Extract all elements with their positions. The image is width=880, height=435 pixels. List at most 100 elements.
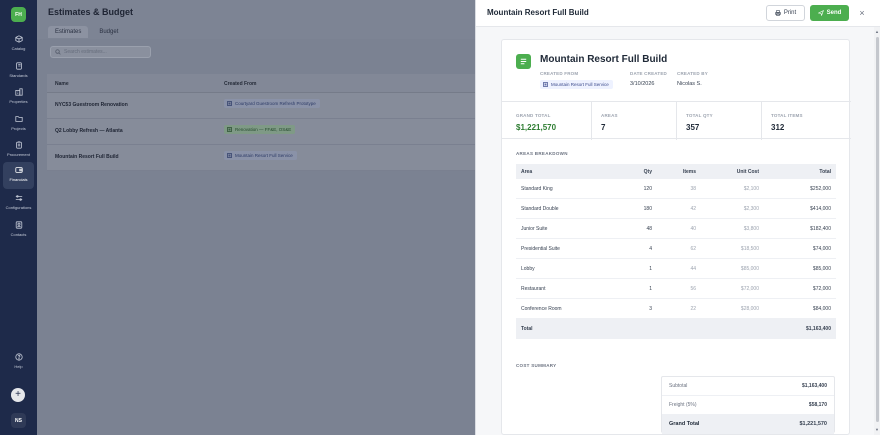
stat-label: GRAND TOTAL	[516, 113, 551, 118]
table-row[interactable]: Mountain Resort Full Build Mountain Reso…	[47, 145, 475, 171]
summary-label: Freight (5%)	[669, 402, 697, 408]
row-name: NYC53 Guestroom Renovation	[55, 102, 128, 108]
send-icon	[817, 10, 824, 16]
nav-standards[interactable]: Standards	[3, 58, 34, 84]
stat-label: TOTAL ITEMS	[771, 113, 803, 118]
chip-label: Mountain Resort Full Service	[551, 82, 609, 87]
nav-label: Properties	[9, 99, 28, 104]
table-row: Junior Suite 48 40 $3,800 $182,400	[516, 219, 836, 239]
stat-value: $1,221,570	[516, 123, 557, 132]
area-items: 42	[690, 205, 696, 212]
created-from-chip[interactable]: Mountain Resort Full Service	[224, 151, 297, 160]
area-total: $72,000	[812, 285, 831, 292]
nav-label: Financials	[9, 177, 28, 182]
scroll-up-icon[interactable]: ▲	[875, 29, 879, 34]
scrollbar[interactable]: ▲ ▼	[874, 27, 880, 435]
area-qty: 3	[649, 305, 652, 312]
freight-row: Freight (5%) $58,170	[662, 396, 834, 415]
nav-projects[interactable]: Projects	[3, 111, 34, 137]
table-row: Standard King 120 38 $2,100 $252,000	[516, 179, 836, 199]
folder-icon	[14, 116, 23, 122]
search-icon	[55, 49, 61, 55]
created-from-chip[interactable]: Courtyard Guestroom Refresh Prototype	[224, 99, 320, 108]
search-placeholder: Search estimates...	[64, 49, 107, 55]
area-qty: 180	[643, 205, 652, 212]
table-row[interactable]: NYC53 Guestroom Renovation Courtyard Gue…	[47, 93, 475, 119]
area-qty: 48	[646, 225, 652, 232]
sidebar: FH Catalog Standards Properties Projects…	[0, 0, 37, 435]
area-qty: 120	[643, 185, 652, 192]
nav-help[interactable]: Help	[3, 353, 34, 375]
scroll-down-icon[interactable]: ▼	[875, 427, 879, 432]
table-row: Standard Double 180 42 $2,300 $414,000	[516, 199, 836, 219]
area-name: Standard King	[521, 185, 553, 192]
area-items: 40	[690, 225, 696, 232]
date-created-value: 3/10/2026	[630, 81, 655, 87]
stat-grand-total: GRAND TOTAL $1,221,570	[516, 102, 591, 140]
column-header-total: Total	[819, 168, 831, 175]
page-content: Search estimates... Name Created From NY…	[37, 39, 475, 435]
stat-total-items: TOTAL ITEMS 312	[761, 102, 837, 140]
area-unit-cost: $18,500	[740, 245, 759, 252]
table-row: Presidential Suite 4 62 $18,500 $74,000	[516, 239, 836, 259]
page-title: Estimates & Budget	[48, 7, 134, 17]
area-qty: 1	[649, 285, 652, 292]
table-row: Restaurant 1 56 $72,000 $72,000	[516, 279, 836, 299]
tab-estimates[interactable]: Estimates	[48, 26, 89, 38]
area-items: 62	[690, 245, 696, 252]
row-name: Q2 Lobby Refresh — Atlanta	[55, 128, 123, 134]
nav-configurations[interactable]: Configurations	[3, 190, 34, 216]
cost-summary: Subtotal $1,163,400 Freight (5%) $58,170…	[661, 376, 835, 434]
area-unit-cost: $85,000	[740, 265, 759, 272]
created-from-chip[interactable]: Renovation — FF&E, OS&E	[224, 125, 296, 134]
column-header-name[interactable]: Name	[55, 81, 69, 87]
nav-catalog[interactable]: Catalog	[3, 31, 34, 57]
area-items: 22	[690, 305, 696, 312]
stat-label: TOTAL QTY	[686, 113, 713, 118]
stat-value: 312	[771, 123, 785, 132]
summary-value: $58,170	[808, 402, 827, 408]
nav-financials[interactable]: Financials	[3, 162, 34, 189]
area-items: 56	[690, 285, 696, 292]
areas-table-header: Area Qty Items Unit Cost Total	[516, 164, 836, 179]
nav-properties[interactable]: Properties	[3, 84, 34, 110]
print-label: Print	[783, 10, 797, 16]
scrollbar-thumb[interactable]	[876, 37, 879, 422]
app-logo[interactable]: FH	[11, 7, 26, 22]
search-input[interactable]: Search estimates...	[50, 46, 151, 58]
summary-value: $1,221,570	[799, 421, 827, 427]
column-header-created-from[interactable]: Created From	[224, 81, 257, 87]
close-icon[interactable]: ×	[856, 7, 868, 19]
area-name: Lobby	[521, 265, 535, 272]
stat-areas: AREAS 7	[591, 102, 676, 140]
area-qty: 1	[649, 265, 652, 272]
stats-row: GRAND TOTAL $1,221,570 AREAS 7 TOTAL QTY…	[502, 101, 851, 140]
estimate-detail-panel: Mountain Resort Full Build Print Send × …	[475, 0, 880, 435]
area-unit-cost: $28,000	[740, 305, 759, 312]
table-row[interactable]: Q2 Lobby Refresh — Atlanta Renovation — …	[47, 119, 475, 145]
nav-contacts[interactable]: Contacts	[3, 217, 34, 243]
table-row: Conference Room 3 22 $28,000 $84,000	[516, 299, 836, 319]
nav-label: Procurement	[7, 152, 30, 157]
panel-title: Mountain Resort Full Build	[487, 8, 589, 17]
add-button[interactable]: +	[11, 388, 25, 402]
contacts-icon	[15, 221, 22, 229]
cube-icon	[14, 35, 23, 43]
building-icon	[14, 88, 23, 96]
user-avatar[interactable]: NS	[11, 413, 26, 428]
tab-budget[interactable]: Budget	[92, 26, 125, 38]
template-icon	[543, 82, 548, 87]
table-row: Lobby 1 44 $85,000 $85,000	[516, 259, 836, 279]
send-button[interactable]: Send	[810, 5, 849, 21]
total-label: Total	[521, 326, 533, 332]
column-header-unit-cost: Unit Cost	[736, 168, 759, 175]
date-created-label: DATE CREATED	[630, 71, 667, 76]
book-icon	[15, 62, 22, 70]
area-qty: 4	[649, 245, 652, 252]
summary-label: Subtotal	[669, 383, 688, 389]
areas-breakdown-title: AREAS BREAKDOWN	[516, 151, 568, 156]
print-button[interactable]: Print	[766, 5, 805, 21]
created-from-chip[interactable]: Mountain Resort Full Service	[540, 80, 613, 89]
nav-procurement[interactable]: Procurement	[3, 137, 34, 163]
template-icon	[227, 127, 232, 132]
